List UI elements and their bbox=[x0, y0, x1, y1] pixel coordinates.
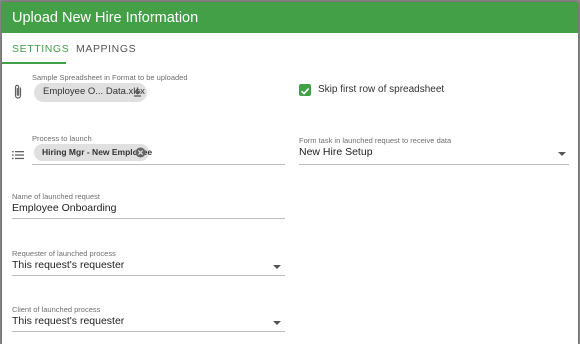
caret-down-icon bbox=[273, 321, 281, 325]
form-task-value: New Hire Setup bbox=[299, 146, 373, 158]
form-task-label: Form task in launched request to receive… bbox=[299, 136, 452, 145]
dialog-header: Upload New Hire Information bbox=[2, 2, 578, 33]
list-icon bbox=[12, 147, 24, 160]
requester-underline bbox=[12, 275, 285, 276]
requester-label: Requester of launched process bbox=[12, 249, 116, 258]
caret-down-icon bbox=[558, 152, 566, 156]
close-circle-icon[interactable] bbox=[135, 147, 146, 158]
client-underline bbox=[12, 331, 285, 332]
skip-first-row-checkbox[interactable] bbox=[299, 84, 311, 96]
request-name-underline bbox=[12, 218, 285, 219]
form-task-underline bbox=[299, 164, 569, 165]
file-chip[interactable]: Employee O... Data.xlsx bbox=[34, 83, 147, 102]
request-name-label: Name of launched request bbox=[12, 192, 100, 201]
tab-settings[interactable]: SETTINGS bbox=[12, 43, 69, 55]
tab-mappings[interactable]: MAPPINGS bbox=[76, 43, 136, 55]
requester-select[interactable]: This request's requester bbox=[12, 259, 285, 275]
active-tab-indicator bbox=[2, 62, 66, 64]
upload-dialog: Upload New Hire Information SETTINGS MAP… bbox=[2, 2, 578, 344]
check-icon bbox=[300, 88, 310, 95]
download-icon[interactable] bbox=[133, 87, 142, 97]
form-task-select[interactable]: New Hire Setup bbox=[299, 146, 569, 164]
client-value: This request's requester bbox=[12, 315, 125, 327]
dialog-title: Upload New Hire Information bbox=[12, 10, 199, 26]
client-select[interactable]: This request's requester bbox=[12, 315, 285, 331]
requester-value: This request's requester bbox=[12, 259, 125, 271]
skip-first-row-label[interactable]: Skip first row of spreadsheet bbox=[318, 84, 444, 95]
tab-bar: SETTINGS MAPPINGS bbox=[2, 33, 578, 64]
caret-down-icon bbox=[273, 265, 281, 269]
sample-spreadsheet-label: Sample Spreadsheet in Format to be uploa… bbox=[32, 73, 188, 82]
process-chip[interactable]: Hiring Mgr - New Employee bbox=[34, 144, 152, 161]
file-name: Employee O... Data.xlsx bbox=[43, 86, 145, 97]
client-label: Client of launched process bbox=[12, 305, 101, 314]
process-field-underline bbox=[32, 164, 285, 165]
process-to-launch-label: Process to launch bbox=[32, 134, 92, 143]
request-name-input[interactable]: Employee Onboarding bbox=[12, 202, 116, 214]
paperclip-icon[interactable] bbox=[13, 84, 23, 100]
